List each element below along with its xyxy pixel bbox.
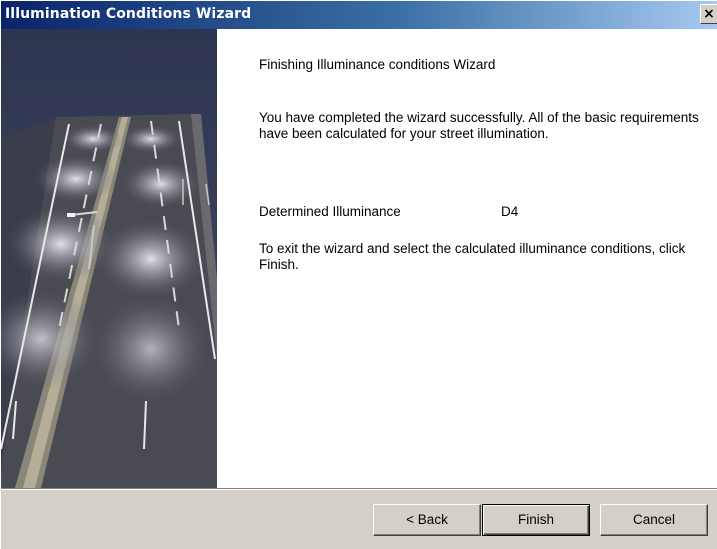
cancel-button[interactable]: Cancel xyxy=(600,504,708,536)
completion-message: You have completed the wizard successful… xyxy=(259,110,699,141)
wizard-window: Illumination Conditions Wizard × Finishi… xyxy=(0,0,717,549)
back-button[interactable]: < Back xyxy=(373,504,481,536)
street-lighting-illustration xyxy=(1,29,217,488)
window-title: Illumination Conditions Wizard xyxy=(5,6,252,22)
finish-button[interactable]: Finish xyxy=(482,504,590,536)
close-icon: × xyxy=(703,6,715,22)
title-bar[interactable]: Illumination Conditions Wizard × xyxy=(1,1,717,29)
wizard-content: Finishing Illuminance conditions Wizard … xyxy=(1,29,717,488)
exit-instructions: To exit the wizard and select the calcul… xyxy=(259,241,686,272)
footer-divider xyxy=(1,488,717,490)
illuminance-value: D4 xyxy=(501,204,519,219)
road-picture xyxy=(1,29,217,488)
illuminance-label: Determined Illuminance xyxy=(259,204,401,219)
close-button[interactable]: × xyxy=(700,4,717,24)
wizard-heading: Finishing Illuminance conditions Wizard xyxy=(259,57,496,72)
